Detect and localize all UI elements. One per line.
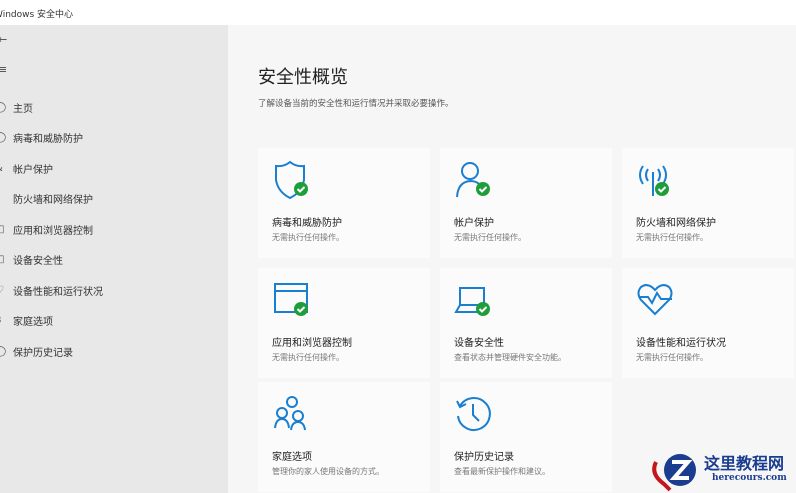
watermark-name: 这里教程网 <box>704 454 785 473</box>
card-virus-protection[interactable]: 病毒和威胁防护 无需执行任何操作。 <box>258 148 430 258</box>
card-protection-history[interactable]: 保护历史记录 查看最新保护操作和建议。 <box>440 382 612 492</box>
card-title: 设备性能和运行状况 <box>636 338 726 349</box>
card-desc: 无需执行任何操作。 <box>636 353 708 362</box>
watermark-url: herecours.com <box>712 473 787 483</box>
laptop-icon: □ <box>0 254 7 265</box>
back-arrow-icon[interactable]: ← <box>0 33 7 46</box>
card-device-security[interactable]: 设备安全性 查看状态并管理硬件安全功能。 <box>440 268 612 378</box>
z-logo-icon <box>652 454 696 492</box>
card-title: 病毒和威胁防护 <box>272 218 342 229</box>
window-title: Windows 安全中心 <box>0 10 74 20</box>
card-title: 应用和浏览器控制 <box>272 338 352 349</box>
sidebar-item-account[interactable]: &帐户保护 <box>0 157 228 179</box>
card-desc: 无需执行任何操作。 <box>272 233 344 242</box>
family-icon <box>274 396 306 431</box>
sidebar-item-family[interactable]: 8家庭选项 <box>0 309 228 331</box>
shield-check-icon <box>275 160 308 200</box>
hamburger-menu-icon[interactable]: ≡ <box>0 63 7 76</box>
sidebar-item-virus[interactable]: ◯ 病毒和威胁防护 <box>0 126 228 148</box>
card-title: 帐户保护 <box>454 218 494 229</box>
card-desc: 管理你的家人使用设备的方式。 <box>272 467 384 476</box>
history-icon <box>456 396 491 431</box>
heart-icon: ♡ <box>0 285 7 296</box>
card-app-browser[interactable]: 应用和浏览器控制 无需执行任何操作。 <box>258 268 430 378</box>
card-desc: 无需执行任何操作。 <box>454 233 526 242</box>
antenna-check-icon <box>639 165 669 196</box>
browser-check-icon <box>274 283 308 316</box>
card-title: 家庭选项 <box>272 452 312 463</box>
sidebar-item-performance[interactable]: ♡设备性能和运行状况 <box>0 279 228 301</box>
card-desc: 查看最新保护操作和建议。 <box>454 467 550 476</box>
wifi-icon: ı <box>0 193 7 204</box>
page-title: 安全性概览 <box>258 67 348 88</box>
card-firewall[interactable]: 防火墙和网络保护 无需执行任何操作。 <box>622 148 794 258</box>
card-title: 设备安全性 <box>454 338 504 349</box>
sidebar-item-device-security[interactable]: □设备安全性 <box>0 248 228 270</box>
main-content: 安全性概览 了解设备当前的安全性和运行情况并采取必要操作。 病毒和威胁防护 无需… <box>228 25 796 493</box>
card-family-options[interactable]: 家庭选项 管理你的家人使用设备的方式。 <box>258 382 430 492</box>
sidebar: ← ≡ ◯主页 ◯病毒和威胁防护 &帐户保护 ı防火墙和网络保护 □应用和浏览器… <box>0 25 228 493</box>
card-title: 保护历史记录 <box>454 452 514 463</box>
shield-icon: ◯ <box>0 131 7 143</box>
card-desc: 查看状态并管理硬件安全功能。 <box>454 353 566 362</box>
card-desc: 无需执行任何操作。 <box>272 353 344 362</box>
laptop-check-icon <box>454 287 490 316</box>
history-icon: ◯ <box>0 345 7 357</box>
sidebar-item-app-browser[interactable]: □应用和浏览器控制 <box>0 218 228 240</box>
browser-icon: □ <box>0 224 7 235</box>
sidebar-item-firewall[interactable]: ı防火墙和网络保护 <box>0 187 228 209</box>
sidebar-item-home[interactable]: ◯ 主页 <box>0 96 228 118</box>
heart-pulse-icon <box>637 284 673 316</box>
sidebar-item-history[interactable]: ◯ 保护历史记录 <box>0 340 228 362</box>
person-check-icon <box>456 162 490 198</box>
person-icon: & <box>0 163 7 174</box>
title-bar: Windows 安全中心 <box>0 0 796 25</box>
card-title: 防火墙和网络保护 <box>636 218 716 229</box>
card-desc: 无需执行任何操作。 <box>636 233 708 242</box>
watermark-logo: 这里教程网 herecours.com <box>650 446 796 493</box>
page-subtitle: 了解设备当前的安全性和运行情况并采取必要操作。 <box>258 99 454 109</box>
card-account-protection[interactable]: 帐户保护 无需执行任何操作。 <box>440 148 612 258</box>
card-device-performance[interactable]: 设备性能和运行状况 无需执行任何操作。 <box>622 268 794 378</box>
home-icon: ◯ <box>0 101 7 113</box>
family-icon: 8 <box>0 315 7 326</box>
